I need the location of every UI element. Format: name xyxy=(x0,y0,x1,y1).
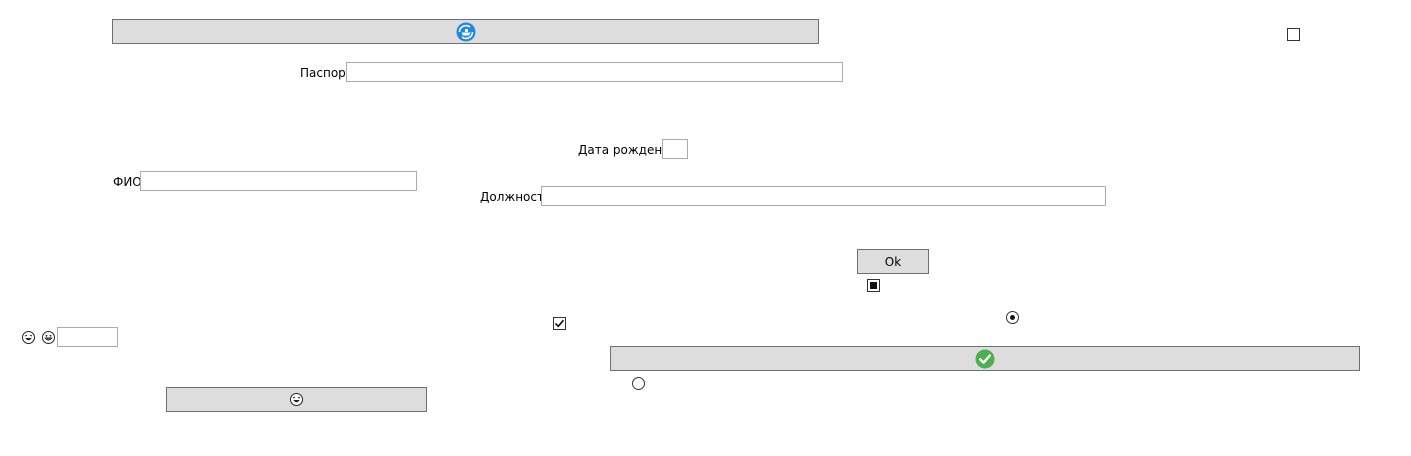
radio-dot xyxy=(1010,315,1015,320)
fio-input[interactable] xyxy=(140,171,417,191)
birthdate-input[interactable] xyxy=(662,139,688,159)
wide-confirm-button[interactable] xyxy=(610,346,1360,371)
checkmark-circle-icon xyxy=(975,349,995,369)
ok-button-label: Ok xyxy=(884,254,902,269)
radio-unchecked[interactable] xyxy=(632,377,645,390)
passport-input[interactable] xyxy=(346,62,843,82)
fio-label: ФИО xyxy=(113,175,142,189)
laughing-face-icon xyxy=(290,393,303,406)
top-wide-button[interactable] xyxy=(112,19,819,44)
checked-checkbox[interactable] xyxy=(553,317,566,330)
small-input[interactable] xyxy=(57,327,118,347)
ship-refresh-icon xyxy=(456,22,476,42)
radio-checked[interactable] xyxy=(1006,311,1019,324)
bottom-emoji-button[interactable] xyxy=(166,387,427,412)
position-input[interactable] xyxy=(541,186,1106,206)
check-mark-icon xyxy=(554,319,565,328)
ok-button[interactable]: Ok xyxy=(857,249,929,274)
indeterminate-mark xyxy=(870,282,877,289)
top-right-checkbox[interactable] xyxy=(1287,28,1300,41)
grinning-face-icon xyxy=(42,331,55,344)
passport-label: Паспорт xyxy=(300,66,353,80)
indeterminate-checkbox[interactable] xyxy=(867,279,880,292)
laughing-face-icon xyxy=(22,331,35,344)
